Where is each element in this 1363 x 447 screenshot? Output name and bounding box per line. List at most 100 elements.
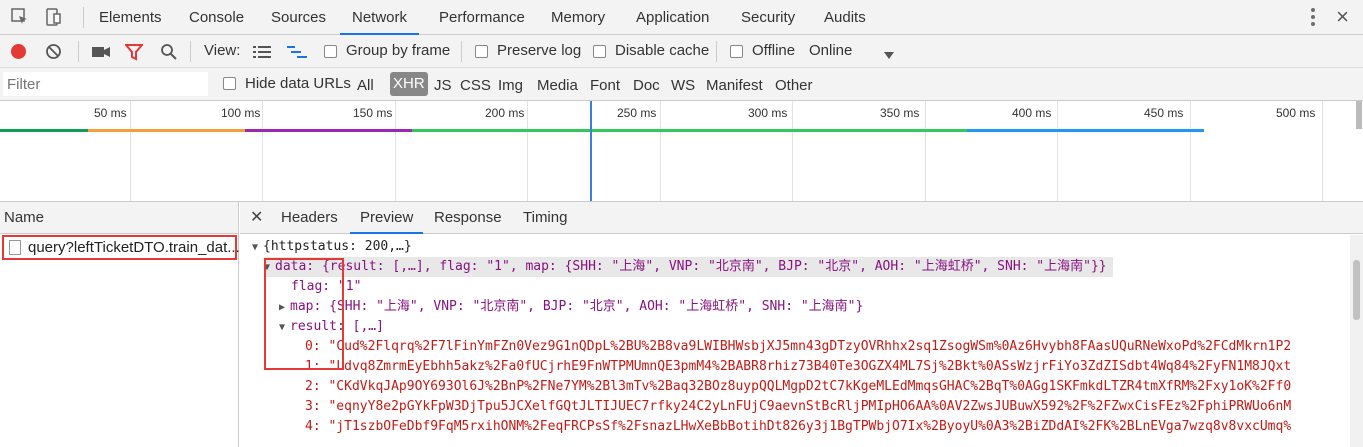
devtools-tabbar: Elements Console Sources Network Perform… [0, 0, 1363, 35]
timeline-tick-label: 100 ms [221, 106, 261, 120]
network-toolbar: View: Group by frame Preserve log Disabl… [0, 35, 1363, 68]
timeline-scrollbar[interactable] [1356, 101, 1362, 129]
toolbar-separator [78, 41, 79, 62]
toolbar-separator [716, 41, 717, 62]
timeline-gridline [130, 101, 131, 201]
toolbar-separator [461, 41, 462, 62]
filter-type-manifest[interactable]: Manifest [706, 77, 763, 94]
timeline-marker [590, 101, 592, 201]
tab-performance[interactable]: Performance [439, 0, 525, 35]
tab-preview[interactable]: Preview [350, 202, 424, 234]
filter-type-xhr[interactable]: XHR [390, 72, 428, 96]
filter-type-other[interactable]: Other [775, 77, 813, 94]
group-by-frame-label: Group by frame [346, 42, 451, 59]
timeline-gridline [527, 101, 528, 201]
json-preview: ▼ {httpstatus: 200,…} ▼ data: {result: [,…… [240, 235, 1350, 447]
file-icon [9, 240, 21, 255]
filter-type-all[interactable]: All [357, 77, 374, 94]
tabbar-separator [83, 7, 84, 28]
json-result-item[interactable]: 3: "eqnyY8e2pGYkFpW3DjTpu5JCXelfGQtJLTIJ… [305, 397, 1291, 417]
toolbar-separator [190, 41, 191, 62]
hide-data-urls-checkbox[interactable] [223, 77, 236, 90]
record-icon[interactable] [10, 43, 27, 63]
tab-headers[interactable]: Headers [281, 202, 338, 234]
timeline-gridline [660, 101, 661, 201]
preview-scrollbar[interactable] [1350, 235, 1363, 447]
tab-security[interactable]: Security [741, 0, 795, 35]
filter-type-img[interactable]: Img [498, 77, 523, 94]
clear-icon[interactable] [45, 43, 62, 63]
filter-bar: Hide data URLs All XHR JS CSS Img Media … [0, 68, 1363, 101]
tab-elements[interactable]: Elements [99, 0, 162, 35]
timeline-tick-label: 500 ms [1276, 106, 1316, 120]
tab-sources[interactable]: Sources [271, 0, 326, 35]
inspect-element-icon[interactable] [11, 8, 29, 29]
request-name: query?leftTicketDTO.train_dat... [28, 239, 240, 256]
json-result-item[interactable]: 0: "Cud%2Flqrq%2F7lFinYmFZn0Vez9G1nQDpL%… [305, 337, 1291, 357]
filter-type-css[interactable]: CSS [460, 77, 491, 94]
tab-response[interactable]: Response [434, 202, 502, 234]
json-data-line[interactable]: ▼ data: {result: [,…], flag: "1", map: {S… [264, 257, 1113, 277]
filter-input[interactable] [3, 72, 208, 96]
json-root-line[interactable]: ▼ {httpstatus: 200,…} [252, 237, 412, 257]
device-toolbar-icon[interactable] [44, 8, 62, 29]
close-detail-icon[interactable]: ✕ [250, 207, 263, 227]
tab-application[interactable]: Application [636, 0, 709, 35]
more-options-icon[interactable] [1311, 8, 1315, 26]
throttling-select[interactable]: Online [809, 42, 852, 59]
screenshot-camera-icon[interactable] [92, 45, 110, 62]
waterfall-segment [967, 129, 1204, 132]
timeline-tick-label: 300 ms [748, 106, 788, 120]
tab-timing[interactable]: Timing [523, 202, 567, 234]
json-map-line[interactable]: ▶ map: {SHH: "上海", VNP: "北京南", BJP: "北京",… [279, 297, 863, 317]
group-by-frame-checkbox[interactable] [324, 45, 337, 58]
timeline-tick-label: 400 ms [1012, 106, 1052, 120]
timeline-tick-label: 450 ms [1144, 106, 1184, 120]
filter-type-js[interactable]: JS [434, 77, 452, 94]
timeline-tick-label: 200 ms [485, 106, 525, 120]
collapse-triangle-icon[interactable]: ▼ [252, 238, 263, 258]
json-result-item[interactable]: 1: "Ldvq8ZmrmEyEbhh5akz%2Fa0fUCjrhE9FnWT… [305, 357, 1291, 377]
close-devtools-icon[interactable]: × [1336, 4, 1349, 30]
view-label: View: [204, 42, 241, 59]
preserve-log-checkbox[interactable] [475, 45, 488, 58]
json-result-item[interactable]: 4: "jT1szbOFeDbf9FqM5rxihONM%2FeqFRCPsSf… [305, 417, 1291, 437]
timeline-tick-label: 50 ms [94, 106, 127, 120]
json-result-item[interactable]: 2: "CKdVkqJAp9OY693Ol6J%2BnP%2FNe7YM%2Bl… [305, 377, 1291, 397]
request-detail-pane: ✕ Headers Preview Response Timing ▼ {http… [240, 202, 1363, 447]
timeline-tick-label: 150 ms [353, 106, 393, 120]
offline-checkbox[interactable] [730, 45, 743, 58]
tab-network[interactable]: Network [340, 0, 420, 35]
tab-memory[interactable]: Memory [551, 0, 605, 35]
timeline-gridline [395, 101, 396, 201]
detail-tabs: ✕ Headers Preview Response Timing [240, 202, 1363, 234]
waterfall-segment [412, 129, 967, 132]
disable-cache-checkbox[interactable] [593, 45, 606, 58]
timeline-overview[interactable]: 50 ms 100 ms 150 ms 200 ms 250 ms 300 ms… [0, 101, 1363, 202]
disable-cache-label: Disable cache [615, 42, 710, 59]
large-rows-icon[interactable] [253, 45, 271, 62]
waterfall-overview-icon[interactable] [287, 45, 307, 62]
tab-console[interactable]: Console [189, 0, 244, 35]
filter-type-doc[interactable]: Doc [633, 77, 660, 94]
request-list: Name query?leftTicketDTO.train_dat... [0, 202, 240, 447]
waterfall-segment [88, 129, 245, 132]
filter-type-font[interactable]: Font [590, 77, 620, 94]
timeline-gridline [792, 101, 793, 201]
timeline-gridline [1322, 101, 1323, 201]
waterfall-segment [0, 129, 88, 132]
search-icon[interactable] [160, 43, 178, 64]
offline-label: Offline [752, 42, 796, 59]
filter-type-media[interactable]: Media [537, 77, 578, 94]
annotation-highlight-box [264, 258, 344, 370]
chevron-down-icon[interactable] [884, 47, 894, 63]
timeline-gridline [1057, 101, 1058, 201]
tab-audits[interactable]: Audits [824, 0, 866, 35]
timeline-gridline [1190, 101, 1191, 201]
name-column-header[interactable]: Name [0, 202, 238, 234]
request-row[interactable]: query?leftTicketDTO.train_dat... [2, 235, 240, 260]
hide-data-urls-label: Hide data URLs [245, 75, 351, 92]
filter-type-ws[interactable]: WS [671, 77, 695, 94]
filter-funnel-icon[interactable] [123, 43, 145, 64]
timeline-tick-label: 250 ms [617, 106, 657, 120]
